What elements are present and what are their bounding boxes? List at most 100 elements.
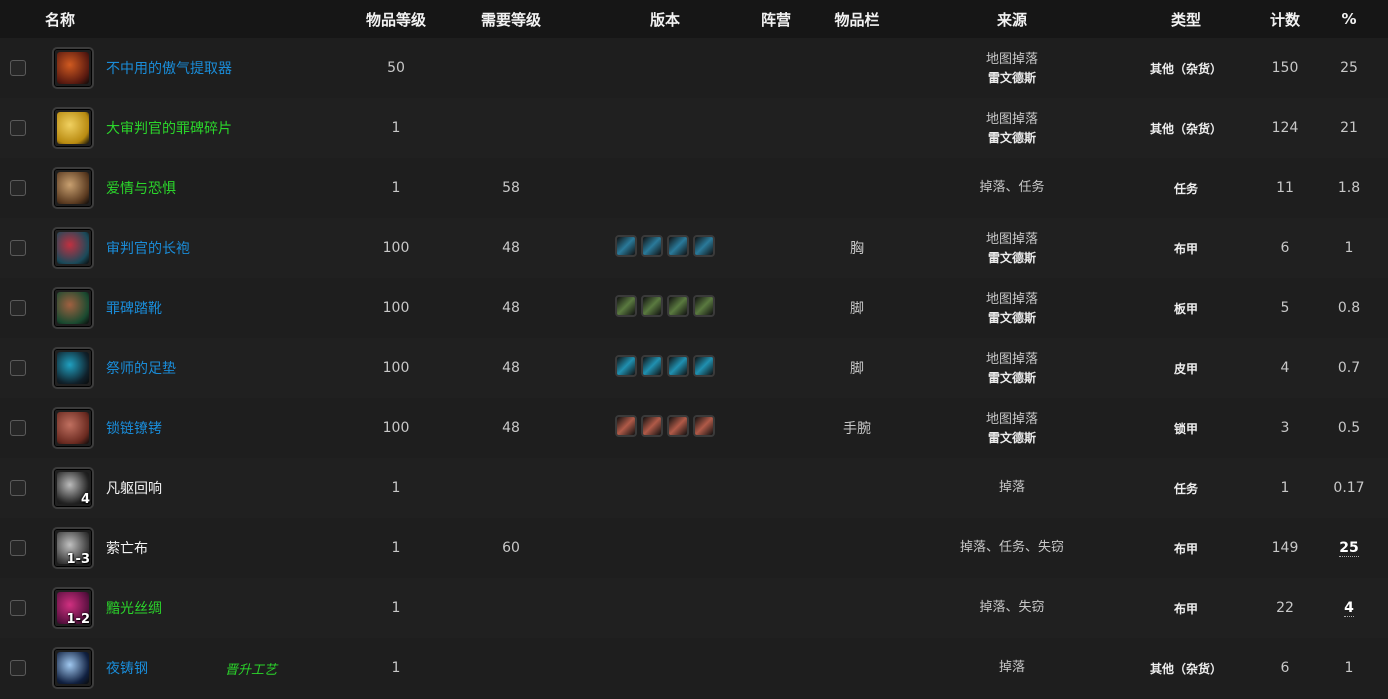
item-name-link[interactable]: 大审判官的罪碑碎片 (106, 118, 232, 138)
row-checkbox[interactable] (10, 480, 26, 496)
version-icon[interactable] (641, 355, 663, 377)
item-name-link[interactable]: 凡躯回响 (106, 478, 162, 498)
version-icon[interactable] (615, 295, 637, 317)
version-icons (580, 638, 750, 698)
echo-icon[interactable]: 4 (52, 467, 94, 509)
column-header-type[interactable]: 类型 (1112, 0, 1260, 38)
source-cell: 掉落、任务 (912, 158, 1112, 218)
row-checkbox[interactable] (10, 540, 26, 556)
sin-stone-icon[interactable] (52, 107, 94, 149)
version-icon[interactable] (667, 235, 689, 257)
item-type[interactable]: 锁甲 (1174, 422, 1198, 436)
version-icons (580, 458, 750, 518)
column-header-count[interactable]: 计数 (1260, 0, 1310, 38)
source-zone[interactable]: 雷文德斯 (912, 310, 1112, 326)
item-type[interactable]: 其他（杂货） (1150, 662, 1222, 676)
source-zone[interactable]: 雷文德斯 (912, 370, 1112, 386)
version-icon[interactable] (641, 235, 663, 257)
item-type[interactable]: 布甲 (1174, 242, 1198, 256)
item-level: 1 (391, 180, 401, 196)
row-checkbox[interactable] (10, 420, 26, 436)
row-checkbox[interactable] (10, 360, 26, 376)
version-icon[interactable] (641, 415, 663, 437)
item-name-link[interactable]: 锁链镣铐 (106, 418, 162, 438)
row-checkbox[interactable] (10, 660, 26, 676)
item-name-link[interactable]: 爱情与恐惧 (106, 178, 176, 198)
drop-count: 11 (1276, 180, 1294, 196)
row-checkbox[interactable] (10, 120, 26, 136)
item-type[interactable]: 其他（杂货） (1150, 62, 1222, 76)
source-cell: 地图掉落 雷文德斯 (912, 38, 1112, 98)
faction (750, 278, 802, 338)
version-icon[interactable] (693, 235, 715, 257)
footpads-icon[interactable] (52, 347, 94, 389)
column-header-faction[interactable]: 阵营 (750, 0, 802, 38)
version-icon[interactable] (667, 295, 689, 317)
silk-icon[interactable]: 1-2 (52, 587, 94, 629)
drop-percent: 0.5 (1337, 420, 1361, 436)
item-type[interactable]: 任务 (1174, 182, 1198, 196)
source-zone[interactable]: 雷文德斯 (912, 250, 1112, 266)
item-type[interactable]: 任务 (1174, 482, 1198, 496)
item-name-link[interactable]: 祭师的足垫 (106, 358, 176, 378)
slot (802, 518, 912, 578)
item-name-link[interactable]: 不中用的傲气提取器 (106, 58, 232, 78)
row-checkbox[interactable] (10, 60, 26, 76)
row-checkbox[interactable] (10, 180, 26, 196)
bracers-icon[interactable] (52, 407, 94, 449)
faction (750, 578, 802, 638)
version-icon[interactable] (693, 355, 715, 377)
column-header-source[interactable]: 来源 (912, 0, 1112, 38)
version-icon[interactable] (641, 295, 663, 317)
drainer-icon[interactable] (52, 47, 94, 89)
version-icons (580, 338, 750, 398)
item-level: 100 (382, 300, 410, 316)
column-header-item-level[interactable]: 物品等级 (350, 0, 442, 38)
version-icon[interactable] (615, 235, 637, 257)
column-header-name[interactable]: 名称 (0, 0, 350, 38)
version-icons (580, 218, 750, 278)
item-type[interactable]: 皮甲 (1174, 362, 1198, 376)
faction (750, 98, 802, 158)
column-header-version[interactable]: 版本 (580, 0, 750, 38)
version-icons (580, 518, 750, 578)
source-zone[interactable]: 雷文德斯 (912, 430, 1112, 446)
source-zone[interactable]: 雷文德斯 (912, 130, 1112, 146)
item-name-link[interactable]: 审判官的长袍 (106, 238, 190, 258)
drop-count: 3 (1280, 420, 1290, 436)
column-header-slot[interactable]: 物品栏 (802, 0, 912, 38)
item-name-link[interactable]: 夜铸钢 (106, 658, 148, 678)
version-icon[interactable] (615, 355, 637, 377)
robe-icon[interactable] (52, 227, 94, 269)
steel-icon[interactable] (52, 647, 94, 689)
source-zone[interactable]: 雷文德斯 (912, 70, 1112, 86)
drop-percent: 1.8 (1337, 180, 1361, 196)
column-header-required-level[interactable]: 需要等级 (442, 0, 580, 38)
item-type[interactable]: 布甲 (1174, 602, 1198, 616)
source-type: 地图掉落 (985, 292, 1038, 307)
item-name-link[interactable]: 罪碑踏靴 (106, 298, 162, 318)
version-icon[interactable] (615, 415, 637, 437)
source-cell: 地图掉落 雷文德斯 (912, 98, 1112, 158)
item-type[interactable]: 板甲 (1174, 302, 1198, 316)
version-icon[interactable] (667, 355, 689, 377)
item-name-link[interactable]: 萦亡布 (106, 538, 148, 558)
boots-icon[interactable] (52, 287, 94, 329)
row-checkbox[interactable] (10, 240, 26, 256)
item-name-link[interactable]: 黯光丝绸 (106, 598, 162, 618)
cloth-icon[interactable]: 1-3 (52, 527, 94, 569)
version-icon[interactable] (693, 415, 715, 437)
version-icon[interactable] (667, 415, 689, 437)
drop-percent: 0.17 (1333, 480, 1365, 496)
item-level: 100 (382, 360, 410, 376)
source-cell: 地图掉落 雷文德斯 (912, 398, 1112, 458)
slot (802, 578, 912, 638)
row-checkbox[interactable] (10, 300, 26, 316)
item-type[interactable]: 布甲 (1174, 542, 1198, 556)
version-icon[interactable] (693, 295, 715, 317)
required-level (442, 38, 580, 98)
column-header-percent[interactable]: % (1310, 0, 1388, 38)
letter-icon[interactable] (52, 167, 94, 209)
item-type[interactable]: 其他（杂货） (1150, 122, 1222, 136)
row-checkbox[interactable] (10, 600, 26, 616)
